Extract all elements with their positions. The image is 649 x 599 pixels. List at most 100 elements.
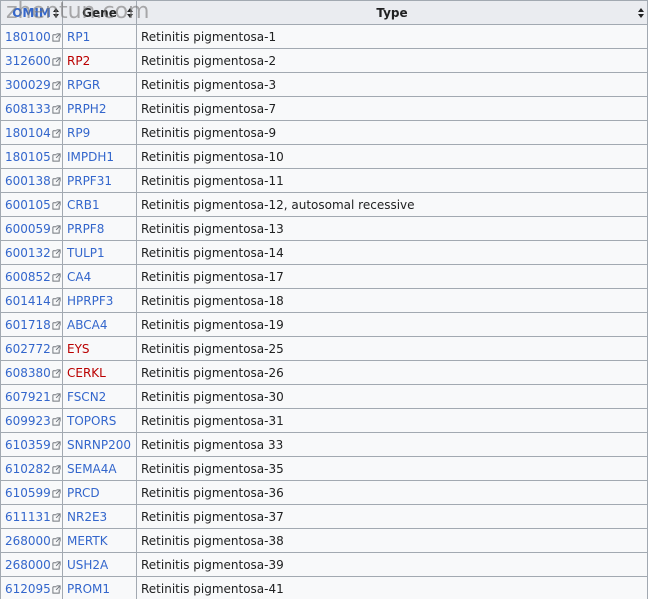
- external-link-icon: [52, 344, 61, 354]
- omim-link[interactable]: 602772: [5, 342, 61, 356]
- omim-number: 607921: [5, 389, 51, 404]
- type-cell: Retinitis pigmentosa-3: [136, 72, 648, 97]
- gene-cell: TULP1: [62, 240, 137, 265]
- type-cell: Retinitis pigmentosa-17: [136, 264, 648, 289]
- omim-number: 612095: [5, 581, 51, 596]
- omim-cell: 607921: [0, 384, 63, 409]
- gene-link[interactable]: RP2: [67, 54, 90, 68]
- table-row: 611131 NR2E3 Retinitis pigmentosa-37: [0, 504, 648, 529]
- gene-cell: CA4: [62, 264, 137, 289]
- omim-link[interactable]: 601718: [5, 318, 61, 332]
- omim-link[interactable]: 600852: [5, 270, 61, 284]
- omim-link[interactable]: 180104: [5, 126, 61, 140]
- column-header-gene[interactable]: Gene: [62, 0, 137, 25]
- external-link-icon: [52, 320, 61, 330]
- type-cell: Retinitis pigmentosa-18: [136, 288, 648, 313]
- gene-link[interactable]: RPGR: [67, 78, 100, 92]
- gene-link[interactable]: USH2A: [67, 558, 108, 572]
- gene-link[interactable]: CRB1: [67, 198, 100, 212]
- omim-link[interactable]: 607921: [5, 390, 61, 404]
- type-cell: Retinitis pigmentosa-1: [136, 24, 648, 49]
- table-row: 180105 IMPDH1 Retinitis pigmentosa-10: [0, 144, 648, 169]
- gene-link[interactable]: TOPORS: [67, 414, 116, 428]
- type-cell: Retinitis pigmentosa 33: [136, 432, 648, 457]
- gene-link[interactable]: MERTK: [67, 534, 108, 548]
- omim-link[interactable]: 180100: [5, 30, 61, 44]
- omim-link[interactable]: 180105: [5, 150, 61, 164]
- column-header-omim[interactable]: OMIM: [0, 0, 63, 25]
- omim-link[interactable]: 600059: [5, 222, 61, 236]
- omim-link[interactable]: 611131: [5, 510, 61, 524]
- omim-cell: 612095: [0, 576, 63, 599]
- omim-number: 600138: [5, 173, 51, 188]
- omim-link[interactable]: 610599: [5, 486, 61, 500]
- omim-link[interactable]: 268000: [5, 558, 61, 572]
- omim-link[interactable]: 609923: [5, 414, 61, 428]
- omim-link[interactable]: 608380: [5, 366, 61, 380]
- gene-link[interactable]: HPRPF3: [67, 294, 113, 308]
- omim-number: 610282: [5, 461, 51, 476]
- gene-link[interactable]: NR2E3: [67, 510, 107, 524]
- omim-link[interactable]: 612095: [5, 582, 61, 596]
- omim-link[interactable]: 608133: [5, 102, 61, 116]
- table-row: 602772 EYS Retinitis pigmentosa-25: [0, 336, 648, 361]
- gene-link[interactable]: PRPH2: [67, 102, 106, 116]
- type-cell: Retinitis pigmentosa-11: [136, 168, 648, 193]
- external-link-icon: [52, 104, 61, 114]
- sort-arrows-icon[interactable]: [53, 7, 59, 18]
- type-cell: Retinitis pigmentosa-36: [136, 480, 648, 505]
- gene-link[interactable]: PROM1: [67, 582, 110, 596]
- type-cell: Retinitis pigmentosa-37: [136, 504, 648, 529]
- external-link-icon: [52, 512, 61, 522]
- omim-number: 600059: [5, 221, 51, 236]
- gene-link[interactable]: ABCA4: [67, 318, 107, 332]
- table-row: 600059 PRPF8 Retinitis pigmentosa-13: [0, 216, 648, 241]
- type-cell: Retinitis pigmentosa-14: [136, 240, 648, 265]
- gene-link[interactable]: SNRNP200: [67, 438, 131, 452]
- table-row: 268000 MERTK Retinitis pigmentosa-38: [0, 528, 648, 553]
- omim-cell: 600132: [0, 240, 63, 265]
- omim-link[interactable]: 600105: [5, 198, 61, 212]
- omim-link[interactable]: 601414: [5, 294, 61, 308]
- gene-cell: RPGR: [62, 72, 137, 97]
- table-row: 600138 PRPF31 Retinitis pigmentosa-11: [0, 168, 648, 193]
- external-link-icon: [52, 584, 61, 594]
- omim-link[interactable]: 610282: [5, 462, 61, 476]
- external-link-icon: [52, 32, 61, 42]
- column-header-type[interactable]: Type: [136, 0, 648, 25]
- external-link-icon: [52, 176, 61, 186]
- gene-link[interactable]: FSCN2: [67, 390, 106, 404]
- omim-link[interactable]: 268000: [5, 534, 61, 548]
- column-header-type-label: Type: [376, 5, 408, 20]
- gene-link[interactable]: IMPDH1: [67, 150, 114, 164]
- omim-link[interactable]: 312600: [5, 54, 61, 68]
- type-cell: Retinitis pigmentosa-19: [136, 312, 648, 337]
- gene-link[interactable]: RP1: [67, 30, 90, 44]
- table-row: 601414 HPRPF3 Retinitis pigmentosa-18: [0, 288, 648, 313]
- gene-link[interactable]: EYS: [67, 342, 90, 356]
- sort-arrows-icon[interactable]: [127, 7, 133, 18]
- gene-link[interactable]: PRPF31: [67, 174, 112, 188]
- gene-link[interactable]: CERKL: [67, 366, 106, 380]
- table-row: 612095 PROM1 Retinitis pigmentosa-41: [0, 576, 648, 599]
- type-cell: Retinitis pigmentosa-41: [136, 576, 648, 599]
- gene-cell: PRPH2: [62, 96, 137, 121]
- gene-link[interactable]: CA4: [67, 270, 91, 284]
- omim-cell: 602772: [0, 336, 63, 361]
- omim-link[interactable]: 300029: [5, 78, 61, 92]
- omim-number: 312600: [5, 53, 51, 68]
- gene-link[interactable]: SEMA4A: [67, 462, 117, 476]
- gene-link[interactable]: TULP1: [67, 246, 105, 260]
- gene-cell: PROM1: [62, 576, 137, 599]
- gene-link[interactable]: PRPF8: [67, 222, 104, 236]
- omim-link[interactable]: 600138: [5, 174, 61, 188]
- gene-link[interactable]: RP9: [67, 126, 90, 140]
- sort-arrows-icon[interactable]: [638, 7, 644, 18]
- omim-number: 180104: [5, 125, 51, 140]
- omim-link[interactable]: 610359: [5, 438, 61, 452]
- gene-link[interactable]: PRCD: [67, 486, 100, 500]
- column-header-omim-label: OMIM: [12, 5, 51, 20]
- omim-cell: 300029: [0, 72, 63, 97]
- omim-link[interactable]: 600132: [5, 246, 61, 260]
- type-cell: Retinitis pigmentosa-39: [136, 552, 648, 577]
